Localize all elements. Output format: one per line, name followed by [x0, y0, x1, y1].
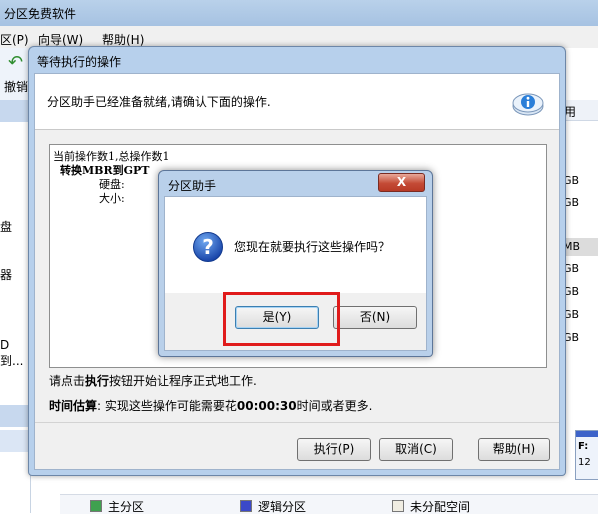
op-size-label: 大小: — [99, 192, 125, 205]
legend-primary: 主分区 — [108, 500, 145, 514]
unallocated-swatch — [392, 500, 404, 512]
right-column-header: 用 — [563, 100, 598, 121]
dialog-title: 等待执行的操作 — [37, 55, 122, 69]
estimate-label: 时间估算 — [49, 399, 98, 413]
partition-bar — [576, 431, 598, 437]
undo-icon[interactable]: ↶ — [8, 52, 23, 73]
confirm-message-area: ? 您现在就要执行这些操作吗？ — [165, 197, 426, 293]
hint-prefix: 请点击 — [49, 374, 86, 388]
app-title: 分区免费软件 — [4, 7, 77, 21]
hint-suffix: 按钮开始让程序正式地工作. — [109, 374, 257, 388]
legend-bar: 主分区 逻辑分区 未分配空间 — [60, 494, 598, 514]
header-message: 分区助手已经准备就绪,请确认下面的操作. — [47, 95, 271, 109]
estimate-time: 00:00:30 — [236, 399, 297, 413]
close-button[interactable]: X — [378, 173, 425, 192]
no-button[interactable]: 否(N) — [333, 306, 417, 329]
time-estimate: 时间估算: 实现这些操作可能需要花00:00:30时间或者更多. — [49, 397, 372, 414]
app-title-bar: 分区免费软件 — [0, 0, 598, 26]
left-panel-band — [0, 100, 30, 122]
estimate-prefix: : 实现这些操作可能需要花 — [97, 399, 237, 413]
execute-button[interactable]: 执行(P) — [297, 438, 371, 461]
cancel-button[interactable]: 取消(C) — [379, 438, 453, 461]
logical-swatch — [240, 500, 252, 512]
confirm-title: 分区助手 — [168, 179, 217, 193]
left-panel-band-2 — [0, 405, 30, 427]
hint-text: 请点击执行按钮开始让程序正式地工作. — [49, 372, 257, 389]
right-value-selected[interactable]: MB — [563, 238, 598, 256]
drive-size: 12 — [578, 457, 591, 468]
close-icon: X — [396, 175, 407, 189]
question-icon: ? — [193, 232, 223, 262]
primary-swatch — [90, 500, 102, 512]
svg-text:?: ? — [202, 235, 214, 259]
divider — [35, 422, 559, 423]
undo-label[interactable]: 撤销 — [4, 78, 28, 95]
legend-unallocated: 未分配空间 — [410, 500, 471, 514]
highlight-box — [223, 292, 340, 346]
legend-logical: 逻辑分区 — [258, 500, 307, 514]
right-panel: 用 GB MB GB GB GB GB GB F: 12 — [563, 48, 598, 513]
info-icon — [512, 93, 544, 116]
drive-letter: F: — [578, 441, 589, 452]
help-button[interactable]: 帮助(H) — [478, 438, 550, 461]
estimate-suffix: 时间或者更多. — [296, 399, 373, 413]
confirm-message: 您现在就要执行这些操作吗？ — [234, 240, 391, 254]
left-panel-band-3 — [0, 430, 30, 452]
hint-bold: 执行 — [85, 374, 110, 388]
left-label-to[interactable]: D到... — [0, 338, 30, 369]
dialog-header: 分区助手已经准备就绪,请确认下面的操作. — [35, 74, 559, 130]
left-label-disk[interactable]: 盘 — [0, 218, 12, 235]
menu-partition[interactable]: 区(P) — [0, 31, 29, 48]
left-label-device[interactable]: 器 — [0, 266, 12, 283]
disk-partition-block[interactable]: F: 12 — [575, 430, 598, 480]
